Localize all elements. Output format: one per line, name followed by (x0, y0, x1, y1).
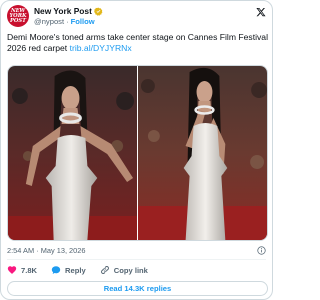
heart-icon (7, 266, 17, 274)
meta-separator: · (36, 246, 39, 255)
display-name[interactable]: New York Post (34, 6, 92, 16)
info-icon[interactable] (257, 246, 266, 255)
likes-count: 7.8K (21, 265, 38, 275)
action-bar: 7.8K Reply Copy link (7, 264, 162, 276)
tweet-meta: 2:54 AM · May 13, 2026 (7, 246, 266, 255)
separator-dot: · (66, 17, 69, 26)
divider (7, 259, 266, 260)
reply-button[interactable]: Reply (51, 265, 86, 275)
name-row: New York Post (34, 6, 103, 16)
handle[interactable]: @nypost (34, 17, 64, 26)
tweet-link[interactable]: trib.al/DYJYRNx (70, 43, 132, 53)
photo-left-image (8, 66, 137, 240)
copy-link-label: Copy link (113, 265, 148, 275)
follow-button[interactable]: Follow (71, 17, 95, 26)
reply-label: Reply (65, 265, 86, 275)
media-grid (7, 65, 268, 241)
copy-link-button[interactable]: Copy link (100, 265, 148, 275)
tweet-body: Demi Moore's toned arms take center stag… (7, 32, 268, 53)
handle-row: @nypost · Follow (34, 17, 95, 26)
read-replies-button[interactable]: Read 14.3K replies (7, 281, 268, 296)
tweet-header: NEW YORK POST New York Post @nypost · Foll… (7, 5, 266, 29)
avatar[interactable]: NEW YORK POST (7, 5, 29, 27)
reply-bubble-icon (51, 266, 61, 274)
tweet-time[interactable]: 2:54 AM (7, 246, 34, 255)
photo-left[interactable] (8, 66, 137, 240)
photo-right-image (138, 66, 267, 240)
tweet-date[interactable]: May 13, 2026 (41, 246, 86, 255)
avatar-text-line-3: POST (9, 17, 27, 24)
x-logo-icon[interactable] (256, 7, 266, 17)
tweet-text: Demi Moore's toned arms take center stag… (7, 32, 269, 54)
verified-badge-icon (93, 7, 103, 16)
like-button[interactable]: 7.8K (7, 265, 37, 275)
photo-right[interactable] (138, 66, 267, 240)
link-icon (100, 266, 109, 274)
tweet-card: NEW YORK POST New York Post @nypost · Foll… (0, 0, 273, 300)
